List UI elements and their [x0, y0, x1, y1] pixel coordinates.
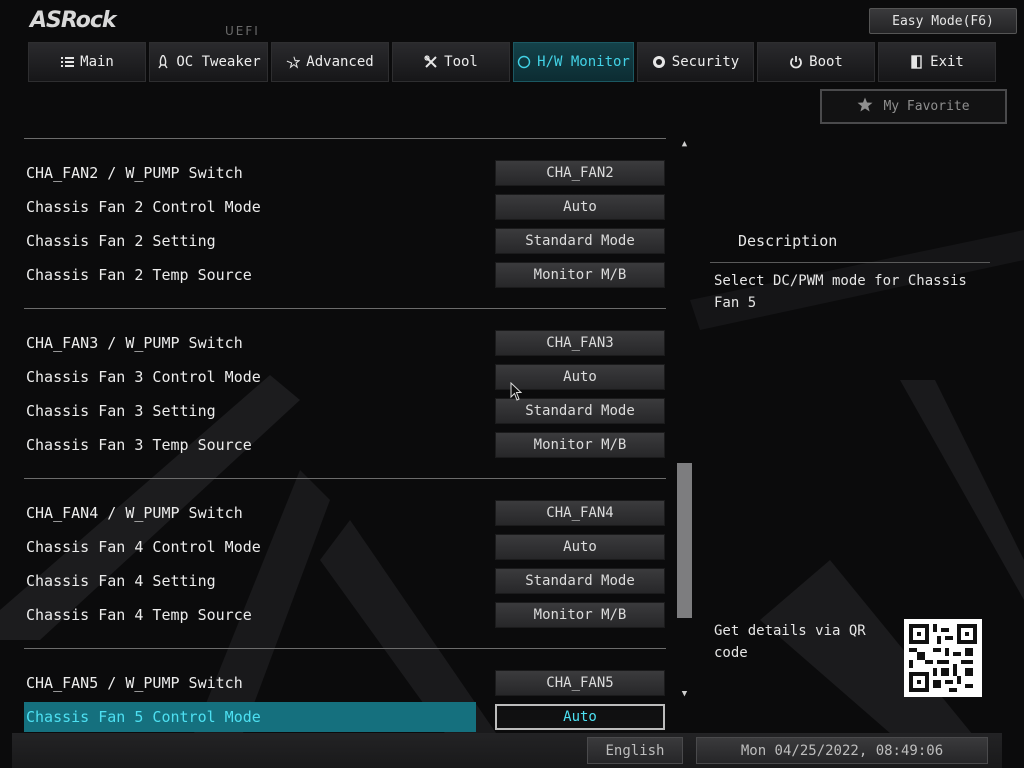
tab-label: Security [671, 54, 740, 70]
setting-row[interactable]: Chassis Fan 2 Control Mode Auto [24, 191, 666, 225]
main-nav: Main OC Tweaker Advanced Tool H/W Monito… [28, 42, 1004, 84]
scroll-down-arrow-icon[interactable]: ▼ [677, 688, 692, 700]
monitor-icon [517, 55, 531, 69]
tab-hw-monitor[interactable]: H/W Monitor [513, 42, 634, 82]
my-favorite-label: My Favorite [883, 99, 970, 114]
setting-label: Chassis Fan 2 Control Mode [26, 198, 261, 216]
power-icon [789, 55, 803, 69]
tab-boot[interactable]: Boot [757, 42, 875, 82]
tab-label: Advanced [306, 54, 374, 70]
description-text: Select DC/PWM mode for Chassis Fan 5 [714, 273, 967, 311]
setting-label: CHA_FAN4 / W_PUMP Switch [26, 504, 243, 522]
setting-label: Chassis Fan 3 Setting [26, 402, 216, 420]
setting-value[interactable]: Monitor M/B [495, 602, 665, 628]
asrock-logo: ASRock [30, 8, 117, 33]
setting-value[interactable]: Standard Mode [495, 228, 665, 254]
setting-value[interactable]: CHA_FAN5 [495, 670, 665, 696]
setting-value[interactable]: Standard Mode [495, 568, 665, 594]
setting-row[interactable]: Chassis Fan 2 Temp Source Monitor M/B [24, 259, 666, 293]
tab-main[interactable]: Main [28, 42, 146, 82]
setting-label: CHA_FAN3 / W_PUMP Switch [26, 334, 243, 352]
setting-row[interactable]: Chassis Fan 2 Setting Standard Mode [24, 225, 666, 259]
qr-caption: Get details via QR code [714, 623, 866, 661]
tab-advanced[interactable]: Advanced [271, 42, 389, 82]
star-icon [857, 97, 873, 116]
datetime-display: Mon 04/25/2022, 08:49:06 [696, 737, 988, 764]
setting-row[interactable]: Chassis Fan 4 Temp Source Monitor M/B [24, 599, 666, 633]
description-divider [710, 262, 990, 263]
tab-label: Exit [930, 54, 964, 70]
setting-label: Chassis Fan 4 Temp Source [26, 606, 252, 624]
settings-group-cha-fan3: CHA_FAN3 / W_PUMP Switch CHA_FAN3 Chassi… [24, 309, 666, 478]
setting-label: Chassis Fan 5 Control Mode [26, 708, 261, 726]
setting-label: CHA_FAN2 / W_PUMP Switch [26, 164, 243, 182]
setting-value[interactable]: Auto [495, 194, 665, 220]
rocket-icon [156, 55, 170, 69]
tab-security[interactable]: Security [637, 42, 754, 82]
tab-label: OC Tweaker [176, 54, 261, 70]
setting-label: Chassis Fan 2 Setting [26, 232, 216, 250]
uefi-label: UEFI [225, 24, 260, 38]
setting-row[interactable]: CHA_FAN3 / W_PUMP Switch CHA_FAN3 [24, 327, 666, 361]
tab-oc-tweaker[interactable]: OC Tweaker [149, 42, 268, 82]
easy-mode-button[interactable]: Easy Mode(F6) [869, 8, 1017, 34]
settings-group-cha-fan2: CHA_FAN2 / W_PUMP Switch CHA_FAN2 Chassi… [24, 139, 666, 308]
tab-label: Tool [444, 54, 478, 70]
setting-label: Chassis Fan 3 Temp Source [26, 436, 252, 454]
description-title: Description [738, 232, 838, 250]
tab-tool[interactable]: Tool [392, 42, 510, 82]
setting-value[interactable]: CHA_FAN2 [495, 160, 665, 186]
tab-exit[interactable]: Exit [878, 42, 996, 82]
tools-icon [424, 55, 438, 69]
exit-icon [910, 55, 924, 69]
setting-label: CHA_FAN5 / W_PUMP Switch [26, 674, 243, 692]
setting-row[interactable]: CHA_FAN4 / W_PUMP Switch CHA_FAN4 [24, 497, 666, 531]
my-favorite-button[interactable]: My Favorite [820, 89, 1007, 124]
setting-value[interactable]: CHA_FAN4 [495, 500, 665, 526]
tab-label: H/W Monitor [537, 54, 630, 70]
scroll-up-arrow-icon[interactable]: ▲ [677, 138, 692, 150]
setting-row[interactable]: Chassis Fan 4 Control Mode Auto [24, 531, 666, 565]
setting-value[interactable]: Auto [495, 704, 665, 730]
setting-value[interactable]: Auto [495, 534, 665, 560]
setting-row[interactable]: Chassis Fan 4 Setting Standard Mode [24, 565, 666, 599]
settings-group-cha-fan4: CHA_FAN4 / W_PUMP Switch CHA_FAN4 Chassi… [24, 479, 666, 648]
setting-label: Chassis Fan 2 Temp Source [26, 266, 252, 284]
setting-value[interactable]: CHA_FAN3 [495, 330, 665, 356]
setting-row[interactable]: Chassis Fan 3 Temp Source Monitor M/B [24, 429, 666, 463]
language-button[interactable]: English [587, 737, 683, 764]
tab-label: Main [80, 54, 114, 70]
scrollbar-thumb[interactable] [677, 463, 692, 618]
setting-label: Chassis Fan 3 Control Mode [26, 368, 261, 386]
settings-group-cha-fan5: CHA_FAN5 / W_PUMP Switch CHA_FAN5 Chassi… [24, 649, 666, 735]
setting-row[interactable]: CHA_FAN2 / W_PUMP Switch CHA_FAN2 [24, 157, 666, 191]
list-icon [60, 55, 74, 69]
tab-label: Boot [809, 54, 843, 70]
setting-row[interactable]: Chassis Fan 3 Control Mode Auto [24, 361, 666, 395]
setting-row[interactable]: Chassis Fan 3 Setting Standard Mode [24, 395, 666, 429]
setting-label: Chassis Fan 4 Setting [26, 572, 216, 590]
setting-row-selected[interactable]: Chassis Fan 5 Control Mode Auto [24, 701, 666, 735]
qr-code-icon [904, 619, 982, 697]
setting-row[interactable]: CHA_FAN5 / W_PUMP Switch CHA_FAN5 [24, 667, 666, 701]
setting-label: Chassis Fan 4 Control Mode [26, 538, 261, 556]
mouse-cursor-icon [510, 382, 522, 401]
setting-value[interactable]: Monitor M/B [495, 432, 665, 458]
settings-list: CHA_FAN2 / W_PUMP Switch CHA_FAN2 Chassi… [24, 138, 666, 735]
star-icon [286, 55, 301, 69]
setting-value[interactable]: Monitor M/B [495, 262, 665, 288]
shield-icon [652, 55, 666, 69]
